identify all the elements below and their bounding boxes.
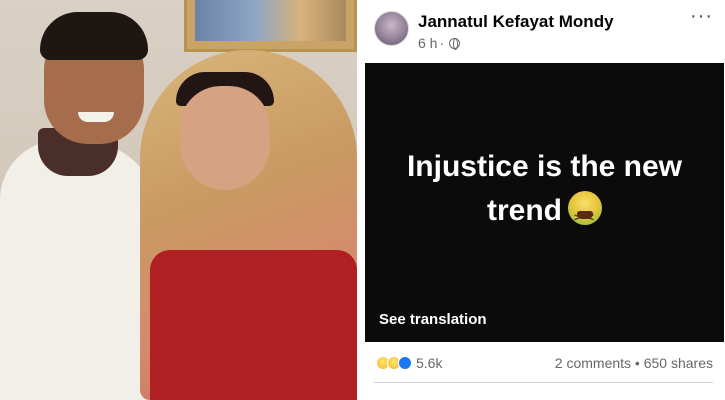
like-reaction-icon xyxy=(398,356,412,370)
man-smile xyxy=(78,112,114,122)
post-text-line-2-wrap: trend xyxy=(365,189,724,240)
woman-face xyxy=(180,86,270,190)
reactions-summary[interactable]: 5.6k xyxy=(376,355,442,371)
post-text-line-2: trend xyxy=(487,194,562,227)
see-translation-link[interactable]: See translation xyxy=(379,311,487,328)
nauseated-face-icon xyxy=(568,191,602,240)
author-avatar[interactable] xyxy=(374,11,409,46)
more-options-icon[interactable]: ··· xyxy=(690,6,713,26)
post-time[interactable]: 6 h xyxy=(418,35,437,51)
comments-shares-count[interactable]: 2 comments • 650 shares xyxy=(555,355,713,371)
action-divider xyxy=(374,382,713,383)
meta-separator: · xyxy=(439,35,445,51)
couple-photo xyxy=(0,0,357,400)
reaction-count: 5.6k xyxy=(416,355,443,371)
globe-icon xyxy=(449,37,461,50)
post-meta: 6 h · xyxy=(418,35,461,51)
woman-dress xyxy=(150,250,357,400)
wall-picture-frame xyxy=(184,0,357,52)
wall-picture xyxy=(195,0,346,41)
author-name[interactable]: Jannatul Kefayat Mondy xyxy=(418,12,614,32)
post-text: Injustice is the new trend xyxy=(365,145,724,240)
man-hair xyxy=(40,12,148,60)
post-text-card: Injustice is the new trend See translati… xyxy=(365,63,724,342)
facebook-post: Jannatul Kefayat Mondy 6 h · ··· Injusti… xyxy=(362,0,725,400)
post-text-line-1: Injustice is the new xyxy=(406,150,683,183)
man-kurta xyxy=(0,140,160,400)
